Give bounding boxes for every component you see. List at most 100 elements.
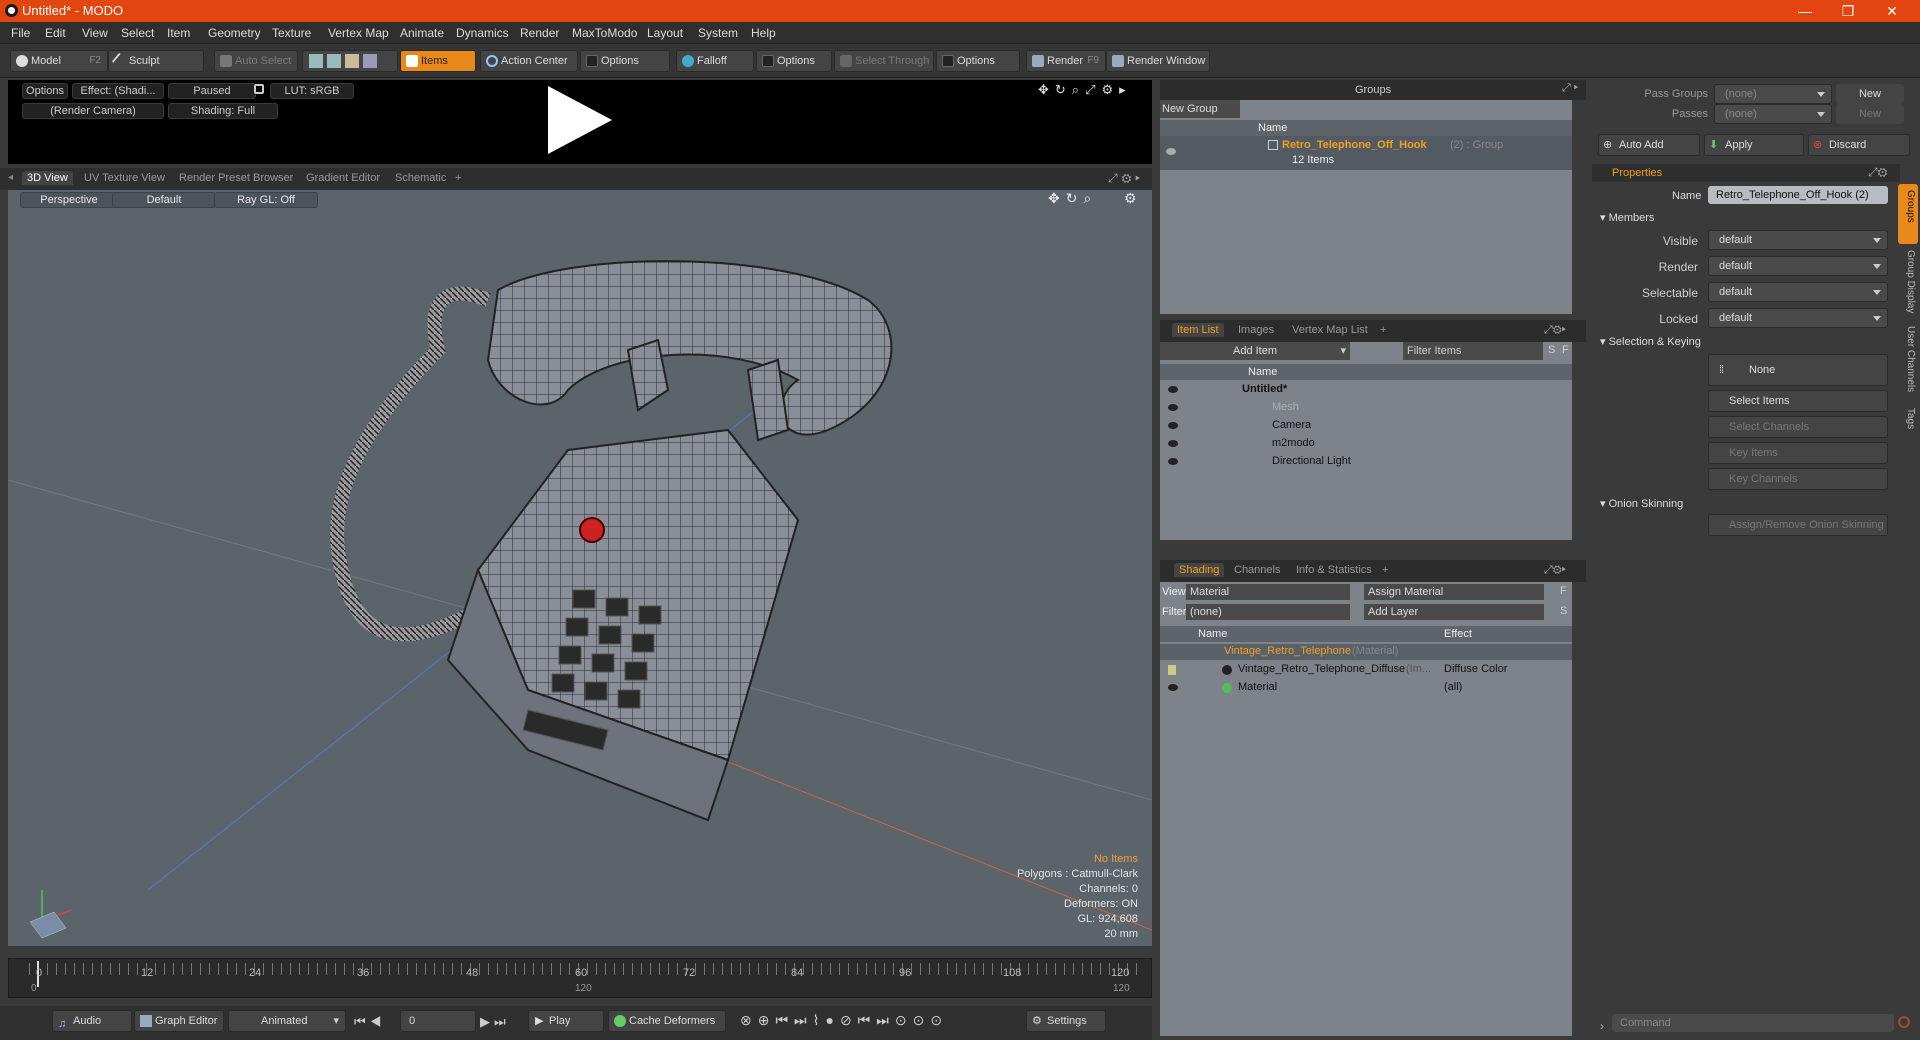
- falloff-button[interactable]: Falloff: [676, 50, 754, 72]
- shader-effect[interactable]: Diffuse Color: [1444, 663, 1507, 675]
- timeline[interactable]: 0 12 24 36 48 60 72 84 96 108 120 0 120 …: [8, 958, 1152, 998]
- audio-button[interactable]: ♫ Audio: [52, 1010, 132, 1032]
- visible-dropdown[interactable]: default: [1708, 230, 1888, 250]
- forward-controls[interactable]: ▶⏭: [480, 1014, 510, 1030]
- menu-texture[interactable]: Texture: [272, 26, 311, 40]
- menu-item[interactable]: Item: [167, 26, 190, 40]
- shader-row[interactable]: Material (all): [1160, 680, 1572, 696]
- new-pass-group-button[interactable]: New: [1836, 84, 1904, 104]
- render-camera-dropdown[interactable]: (Render Camera): [22, 103, 164, 119]
- animated-dropdown[interactable]: Animated ▾: [228, 1010, 346, 1032]
- add-tab-button[interactable]: +: [1380, 324, 1386, 336]
- lut-dropdown[interactable]: LUT: sRGB: [270, 83, 354, 99]
- materials-mode-icon[interactable]: [363, 54, 377, 68]
- locked-dropdown[interactable]: default: [1708, 308, 1888, 328]
- side-tab-tags[interactable]: Tags: [1900, 408, 1916, 429]
- new-pass-button[interactable]: New: [1836, 104, 1904, 124]
- add-item-button[interactable]: Add Item ▾: [1160, 342, 1350, 360]
- visibility-eye-icon[interactable]: [1168, 404, 1178, 411]
- add-tab-button[interactable]: +: [1382, 564, 1388, 576]
- preview-view-controls-icon[interactable]: ✥↻⌕⤢⚙▸: [1038, 82, 1132, 98]
- selectable-dropdown[interactable]: default: [1708, 282, 1888, 302]
- shader-row[interactable]: Vintage_Retro_Telephone (Material): [1160, 644, 1572, 660]
- list-item[interactable]: Camera: [1160, 418, 1572, 434]
- auto-select-button[interactable]: Auto Select: [214, 50, 298, 72]
- play-icon[interactable]: [548, 86, 612, 154]
- preview-paused-button[interactable]: Paused: [168, 83, 256, 99]
- menu-maxtomodo[interactable]: MaxToModo: [572, 26, 637, 40]
- action-center-options-button[interactable]: Options: [580, 50, 670, 72]
- pass-groups-dropdown[interactable]: (none): [1714, 84, 1832, 104]
- render-dropdown[interactable]: default: [1708, 256, 1888, 276]
- tab-channels[interactable]: Channels: [1234, 564, 1280, 576]
- cache-deformers-button[interactable]: Cache Deformers: [608, 1010, 726, 1032]
- polygons-mode-icon[interactable]: [345, 54, 359, 68]
- menu-geometry[interactable]: Geometry: [208, 26, 261, 40]
- shader-row[interactable]: Vintage_Retro_Telephone_Diffuse (Im... D…: [1160, 662, 1572, 678]
- select-channels-button[interactable]: Select Channels: [1708, 416, 1888, 438]
- onion-skinning-section[interactable]: ▾ Onion Skinning: [1600, 497, 1683, 510]
- assign-onion-button[interactable]: Assign/Remove Onion Skinning: [1708, 514, 1888, 536]
- properties-panel-icons[interactable]: ⤢⚙: [1868, 165, 1887, 180]
- menu-view[interactable]: View: [82, 26, 108, 40]
- menu-system[interactable]: System: [698, 26, 738, 40]
- groups-panel-icons[interactable]: ⤢ ▸: [1562, 82, 1578, 95]
- frame-input[interactable]: 0: [400, 1010, 476, 1032]
- tab-info-statistics[interactable]: Info & Statistics: [1296, 564, 1372, 576]
- filter-toggle-button[interactable]: F: [1562, 344, 1569, 356]
- selection-keying-section[interactable]: ▾ Selection & Keying: [1600, 335, 1701, 348]
- rewind-controls[interactable]: ⏮◀: [354, 1014, 385, 1030]
- filter-dropdown[interactable]: (none): [1186, 604, 1350, 620]
- model-button[interactable]: Model F2: [10, 50, 108, 72]
- lock-icon[interactable]: [254, 84, 264, 94]
- select-through-button[interactable]: Select Through: [834, 50, 934, 72]
- vertices-mode-icon[interactable]: [309, 54, 323, 68]
- 3d-viewport[interactable]: Perspective Default Ray GL: Off ✥↻⌕ ⚙ No…: [8, 190, 1152, 946]
- discard-button[interactable]: ⊗ Discard: [1808, 134, 1910, 156]
- items-mode-button[interactable]: Items: [400, 50, 476, 72]
- passes-dropdown[interactable]: (none): [1714, 104, 1832, 124]
- falloff-options-button[interactable]: Options: [756, 50, 832, 72]
- preview-effect-dropdown[interactable]: Effect: (Shadi...: [72, 83, 164, 99]
- panel-menu-icon[interactable]: ◂: [8, 172, 13, 183]
- side-tab-user-channels[interactable]: User Channels: [1900, 326, 1916, 392]
- preview-options-button[interactable]: Options: [22, 83, 68, 99]
- add-layer-dropdown[interactable]: Add Layer: [1364, 604, 1544, 620]
- filter-items-input[interactable]: Filter Items: [1403, 342, 1543, 360]
- assign-material-dropdown[interactable]: Assign Material: [1364, 584, 1544, 600]
- key-channels-button[interactable]: Key Channels: [1708, 468, 1888, 490]
- tab-schematic[interactable]: Schematic: [395, 172, 446, 184]
- shading-panel-icons[interactable]: ⤢⚙▸: [1544, 564, 1566, 577]
- menu-edit[interactable]: Edit: [45, 26, 66, 40]
- key-items-button[interactable]: Key Items: [1708, 442, 1888, 464]
- visibility-eye-icon[interactable]: [1168, 386, 1178, 393]
- shading-dropdown[interactable]: Shading: Full: [168, 103, 278, 119]
- brush-icon[interactable]: [1168, 665, 1176, 675]
- tab-3d-view[interactable]: 3D View: [22, 171, 73, 185]
- action-center-button[interactable]: Action Center: [480, 50, 578, 72]
- sculpt-button[interactable]: Sculpt: [108, 50, 204, 72]
- list-item[interactable]: m2modo: [1160, 436, 1572, 452]
- apply-button[interactable]: ⬇ Apply: [1704, 134, 1804, 156]
- properties-tab[interactable]: Properties: [1612, 167, 1662, 179]
- assign-f-button[interactable]: F: [1560, 585, 1567, 597]
- tab-gradient-editor[interactable]: Gradient Editor: [306, 172, 380, 184]
- select-through-options-button[interactable]: Options: [936, 50, 1020, 72]
- tab-vertex-map-list[interactable]: Vertex Map List: [1292, 324, 1368, 336]
- list-item[interactable]: Directional Light: [1160, 454, 1572, 470]
- menu-file[interactable]: File: [11, 26, 30, 40]
- side-tab-groups[interactable]: Groups: [1900, 190, 1916, 223]
- menu-vertex-map[interactable]: Vertex Map: [328, 26, 389, 40]
- auto-add-button[interactable]: ⊕ Auto Add: [1598, 134, 1700, 156]
- tab-render-preset-browser[interactable]: Render Preset Browser: [179, 172, 293, 184]
- shader-effect[interactable]: (all): [1444, 681, 1462, 693]
- menu-help[interactable]: Help: [751, 26, 776, 40]
- add-tab-button[interactable]: +: [455, 172, 461, 184]
- visibility-eye-icon[interactable]: [1166, 148, 1176, 155]
- select-items-button[interactable]: Select Items: [1708, 390, 1888, 412]
- menu-dynamics[interactable]: Dynamics: [456, 26, 509, 40]
- graph-editor-button[interactable]: Graph Editor: [134, 1010, 224, 1032]
- restore-button[interactable]: ❐: [1828, 1, 1868, 21]
- menu-render[interactable]: Render: [520, 26, 559, 40]
- settings-button[interactable]: ⚙ Settings: [1026, 1010, 1106, 1032]
